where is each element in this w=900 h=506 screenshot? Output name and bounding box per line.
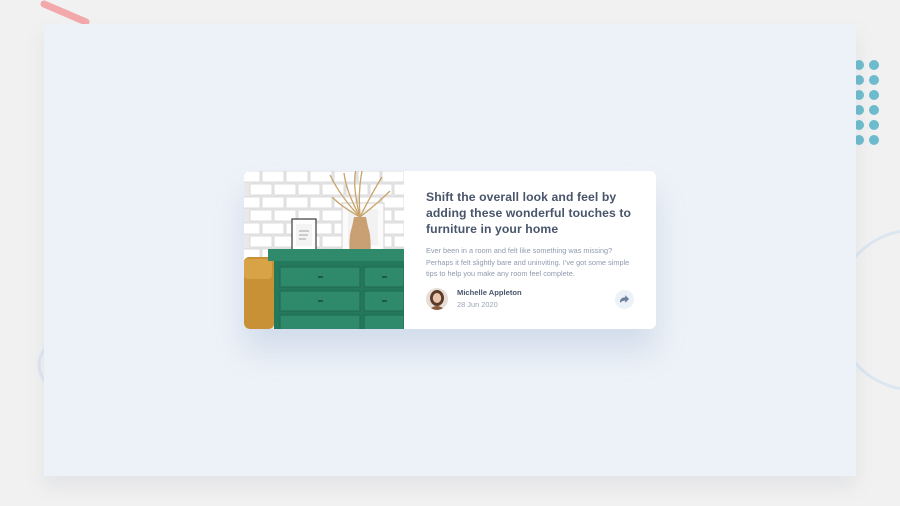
author-meta: Michelle Appleton 28 Jun 2020 (457, 288, 522, 311)
article-title[interactable]: Shift the overall look and feel by addin… (426, 189, 634, 237)
article-preview-card: Shift the overall look and feel by addin… (244, 171, 656, 329)
author-name: Michelle Appleton (457, 287, 522, 297)
page-stage: Shift the overall look and feel by addin… (44, 24, 856, 476)
article-content: Shift the overall look and feel by addin… (404, 171, 656, 329)
author-avatar (426, 288, 448, 310)
publish-date: 28 Jun 2020 (457, 299, 498, 309)
decorative-dot-grid (855, 60, 879, 145)
drawers-photo (244, 171, 404, 329)
share-button[interactable] (615, 289, 634, 309)
author-row: Michelle Appleton 28 Jun 2020 (426, 286, 634, 312)
share-icon (620, 295, 629, 303)
article-excerpt: Ever been in a room and felt like someth… (426, 246, 630, 278)
